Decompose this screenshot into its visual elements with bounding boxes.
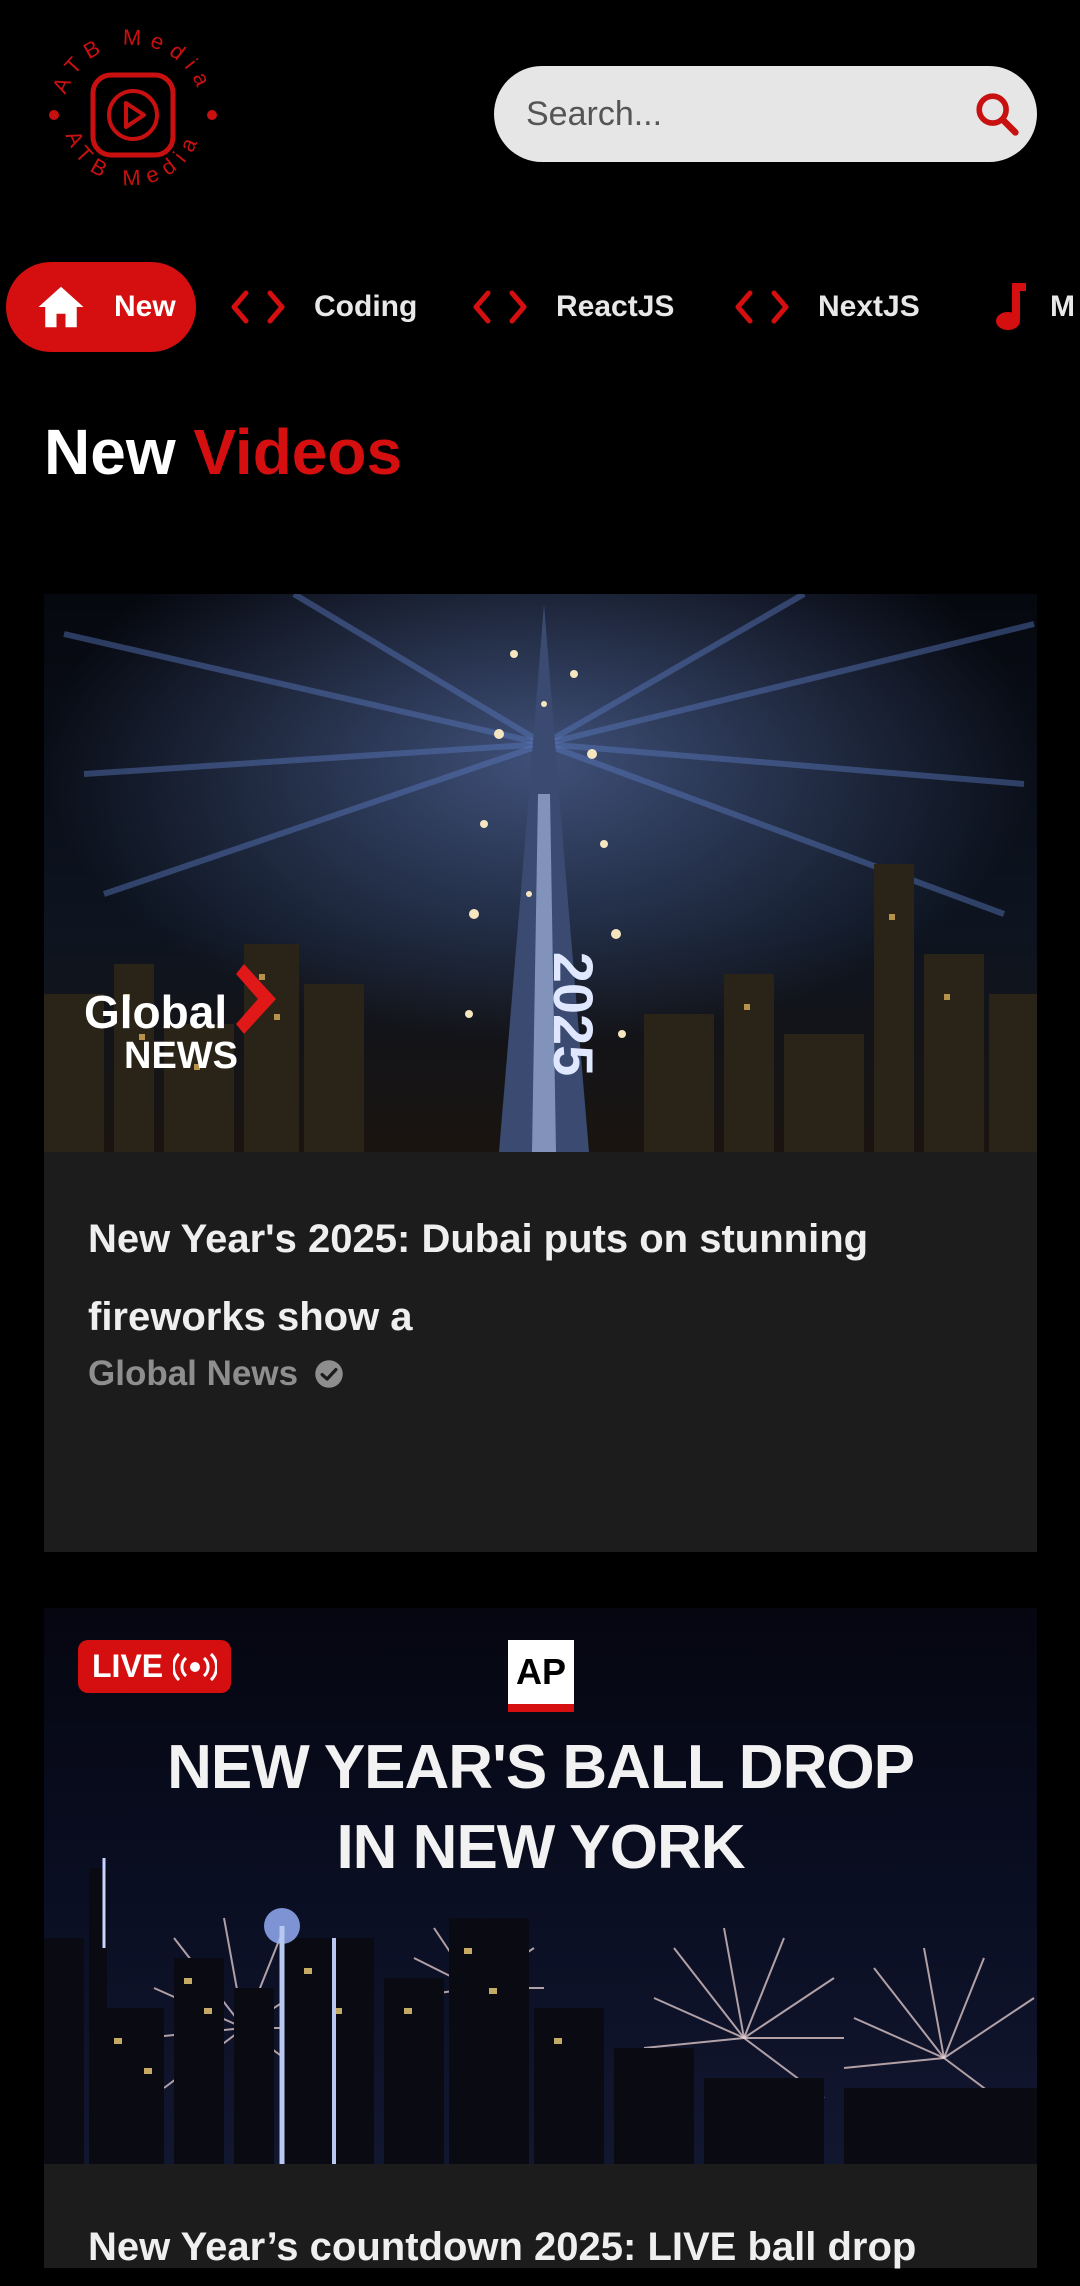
- thumbnail-headline-line1: NEW YEAR'S BALL DROP: [167, 1733, 915, 1802]
- category-label: New: [114, 290, 176, 323]
- logo-ring-text-bottom: ATB Media: [61, 127, 198, 191]
- channel-row: Global News: [88, 1354, 993, 1394]
- home-icon: [34, 280, 88, 334]
- category-label: Coding: [314, 290, 418, 323]
- ap-logo: AP: [508, 1640, 574, 1712]
- section-title-part1: New: [44, 416, 176, 488]
- code-icon: [230, 287, 286, 327]
- video-info: New Year's 2025: Dubai puts on stunning …: [44, 1152, 1037, 1394]
- category-chip-new[interactable]: New: [6, 262, 196, 352]
- atb-media-logo[interactable]: ATB Media ATB Media: [38, 20, 228, 210]
- verified-check-icon: [314, 1359, 344, 1389]
- video-title[interactable]: New Year’s countdown 2025: LIVE ball dro…: [88, 2208, 916, 2286]
- video-title[interactable]: New Year's 2025: Dubai puts on stunning …: [88, 1200, 993, 1356]
- category-label: M: [1050, 290, 1075, 323]
- logo-ring-text-top: ATB Media: [47, 25, 211, 97]
- category-chip-music[interactable]: M: [990, 262, 1075, 352]
- search-icon: [976, 93, 1019, 136]
- global-news-logo: Global NEWS: [84, 989, 238, 1075]
- video-thumbnail[interactable]: 2025 Global NEWS: [44, 594, 1037, 1152]
- brand-line-1: Global: [84, 986, 228, 1038]
- music-note-icon: [990, 279, 1030, 335]
- channel-name[interactable]: Global News: [88, 1354, 298, 1394]
- category-label: NextJS: [818, 290, 920, 323]
- video-card[interactable]: 2025 Global NEWS New Year's 2025: Dubai …: [44, 594, 1037, 1552]
- svg-text:ATB Media: ATB Media: [61, 127, 206, 191]
- app-header: ATB Media ATB Media: [0, 0, 1080, 230]
- category-label: ReactJS: [556, 290, 675, 323]
- category-bar: New Coding ReactJS NextJS M: [0, 262, 1080, 352]
- thumbnail-year-text: 2025: [542, 952, 605, 1077]
- category-chip-nextjs[interactable]: NextJS: [734, 262, 920, 352]
- video-thumbnail[interactable]: LIVE AP NEW YEAR'S BALL DROP IN NEW YORK: [44, 1608, 1037, 2164]
- search-bar: [494, 66, 1037, 162]
- section-title-part2: Videos: [193, 416, 403, 488]
- live-badge: LIVE: [78, 1640, 232, 1693]
- category-chip-coding[interactable]: Coding: [230, 262, 417, 352]
- broadcast-icon: [173, 1652, 218, 1682]
- search-button[interactable]: [971, 84, 1023, 144]
- category-chip-reactjs[interactable]: ReactJS: [472, 262, 674, 352]
- code-icon: [472, 287, 528, 327]
- video-card[interactable]: LIVE AP NEW YEAR'S BALL DROP IN NEW YORK…: [44, 1608, 1037, 2269]
- code-icon: [734, 287, 790, 327]
- brand-line-2: NEWS: [124, 1035, 238, 1077]
- section-title: New Videos: [44, 410, 402, 494]
- search-input[interactable]: [524, 93, 971, 135]
- svg-text:ATB Media: ATB Media: [47, 25, 219, 97]
- live-badge-label: LIVE: [92, 1648, 164, 1684]
- thumbnail-headline-line2: IN NEW YORK: [336, 1813, 745, 1882]
- thumbnail-headline: NEW YEAR'S BALL DROP IN NEW YORK: [44, 1728, 1037, 1888]
